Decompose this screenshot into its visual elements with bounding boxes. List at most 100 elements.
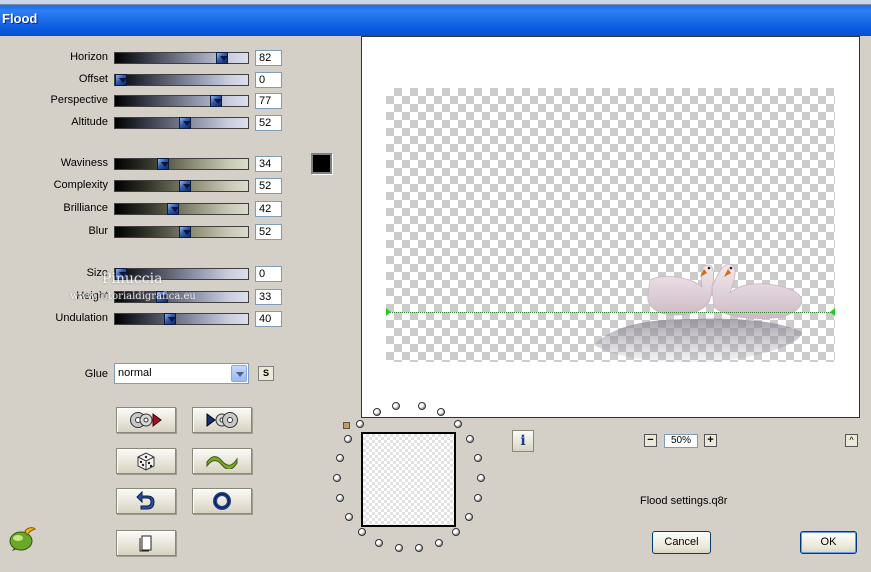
ok-button[interactable]: OK: [800, 531, 857, 554]
navigator-dot[interactable]: [466, 435, 475, 444]
load-preset-button[interactable]: [116, 407, 176, 433]
slider-label: Complexity: [53, 179, 108, 191]
slider-thumb[interactable]: [115, 268, 127, 280]
slider-value-input[interactable]: 34: [255, 156, 282, 172]
navigator-origin-handle[interactable]: [343, 422, 350, 429]
navigator-dot[interactable]: [417, 402, 426, 411]
navigator-dot[interactable]: [415, 544, 424, 553]
ring-icon: [213, 492, 231, 510]
slider-track[interactable]: [114, 52, 249, 64]
slider-value-input[interactable]: 52: [255, 115, 282, 131]
flood-dialog: Horizon 82 Offset 0 Perspective 77 Altitude 52 W…: [0, 36, 871, 572]
undo-icon: [136, 491, 155, 510]
save-preset-button[interactable]: [192, 407, 252, 433]
slider-label: Waviness: [60, 157, 108, 169]
slider-thumb[interactable]: [166, 203, 179, 215]
navigator-dot[interactable]: [474, 454, 483, 463]
flood-color-swatch[interactable]: [311, 153, 332, 174]
undo-button[interactable]: [116, 488, 176, 514]
dice-icon: [137, 452, 155, 471]
slider-value-input[interactable]: 0: [255, 266, 282, 282]
info-button[interactable]: i: [512, 430, 534, 452]
glue-value: normal: [118, 367, 152, 379]
navigator-dot[interactable]: [358, 527, 367, 536]
zoom-in-button[interactable]: +: [704, 434, 717, 447]
glue-label: Glue: [84, 368, 108, 380]
disc-play-icon: [130, 412, 162, 428]
preview-canvas[interactable]: [361, 36, 860, 418]
slider-label: Blur: [88, 225, 108, 237]
slider-thumb[interactable]: [215, 52, 228, 64]
slider-track[interactable]: [114, 74, 249, 86]
navigator-dot[interactable]: [343, 435, 352, 444]
chevron-down-icon[interactable]: [231, 365, 247, 382]
reset-button[interactable]: [192, 488, 252, 514]
slider-value-input[interactable]: 42: [255, 201, 282, 217]
slider-track[interactable]: [114, 268, 249, 280]
navigator-dot[interactable]: [451, 527, 460, 536]
settings-filename: Flood settings.q8r: [640, 495, 728, 507]
slider-track[interactable]: [114, 291, 249, 303]
window-title: Flood: [2, 11, 38, 26]
navigator-thumbnail[interactable]: [361, 432, 456, 527]
slider-value-input[interactable]: 77: [255, 93, 282, 109]
copy-button[interactable]: [116, 530, 176, 556]
wave-button[interactable]: [192, 448, 252, 474]
navigator-dot[interactable]: [476, 474, 485, 483]
navigator-dot[interactable]: [333, 474, 341, 483]
slider-thumb[interactable]: [164, 313, 177, 325]
navigator-dot[interactable]: [336, 494, 345, 503]
slider-track[interactable]: [114, 158, 249, 170]
slider-value-input[interactable]: 0: [255, 72, 282, 88]
glue-select[interactable]: normal: [114, 363, 249, 384]
slider-label: Perspective: [50, 94, 108, 106]
slider-value-input[interactable]: 40: [255, 311, 282, 327]
slider-label: Offset: [78, 73, 108, 85]
swan-reflection: [594, 318, 802, 363]
slider-value-input[interactable]: 52: [255, 224, 282, 240]
slider-value-input[interactable]: 52: [255, 178, 282, 194]
slider-thumb[interactable]: [178, 180, 191, 192]
wave-icon: [206, 456, 238, 469]
slider-track[interactable]: [114, 203, 249, 215]
navigator-dot[interactable]: [465, 512, 474, 521]
collapse-button[interactable]: ^: [845, 434, 858, 447]
randomize-button[interactable]: [116, 448, 176, 474]
page-icon: [139, 535, 152, 552]
navigator-dot[interactable]: [356, 419, 365, 428]
slider-track[interactable]: [114, 313, 249, 325]
slider-track[interactable]: [114, 180, 249, 192]
slider-label: Height: [76, 290, 108, 302]
zoom-level: 50%: [664, 434, 698, 448]
slider-track[interactable]: [114, 117, 249, 129]
slider-track[interactable]: [114, 226, 249, 238]
slider-thumb[interactable]: [156, 158, 169, 170]
horizon-right-marker[interactable]: [830, 308, 835, 316]
navigator-dot[interactable]: [453, 419, 462, 428]
navigator-dot[interactable]: [335, 454, 344, 463]
slider-track[interactable]: [114, 95, 249, 107]
glue-s-button[interactable]: S: [258, 366, 274, 381]
slider-thumb[interactable]: [115, 74, 127, 86]
background-taskbar-strip: [0, 0, 871, 5]
cancel-button[interactable]: Cancel: [652, 531, 711, 554]
navigator-dot[interactable]: [394, 544, 403, 553]
swan-image: [594, 263, 803, 363]
horizon-left-marker[interactable]: [386, 308, 391, 316]
slider-thumb[interactable]: [209, 95, 222, 107]
slider-thumb[interactable]: [155, 291, 168, 303]
navigator-dot[interactable]: [473, 494, 482, 503]
navigator-dot[interactable]: [375, 538, 384, 547]
zoom-out-button[interactable]: −: [644, 434, 657, 447]
navigator-dot[interactable]: [434, 538, 443, 547]
slider-thumb[interactable]: [178, 226, 191, 238]
slider-label: Size: [86, 267, 108, 279]
slider-value-input[interactable]: 82: [255, 50, 282, 66]
slider-label: Undulation: [55, 312, 108, 324]
leaf-logo-icon: [9, 527, 36, 551]
slider-thumb[interactable]: [178, 117, 191, 129]
navigator-dot[interactable]: [344, 512, 353, 521]
right-swan: [711, 263, 803, 319]
slider-value-input[interactable]: 33: [255, 289, 282, 305]
horizon-guide-line: [386, 312, 835, 313]
